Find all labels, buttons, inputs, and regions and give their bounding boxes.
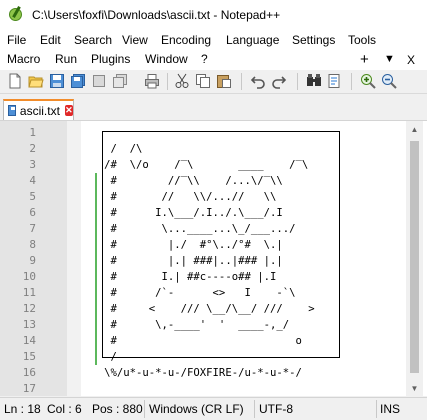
line-number: 8 [29, 238, 36, 251]
code-line[interactable]: \%/u*-u-*-u-/FOXFIRE-/u-*-u-*-/ [85, 365, 302, 381]
menu-encoding[interactable]: Encoding [161, 33, 211, 47]
new-file-icon[interactable] [7, 73, 23, 89]
notepad-plus-plus-icon [8, 6, 24, 23]
copy-icon[interactable] [195, 73, 211, 89]
line-number: 11 [22, 286, 36, 299]
toolbar-separator [167, 73, 168, 90]
add-tab-button[interactable]: + [360, 51, 369, 71]
vertical-scrollbar[interactable]: ▲ ▼ [406, 121, 423, 396]
replace-icon[interactable] [327, 73, 343, 89]
toolbar [0, 70, 427, 94]
tab-close-icon[interactable]: ✕ [64, 105, 73, 116]
scrollbar-thumb[interactable] [410, 141, 419, 373]
menu-view[interactable]: View [122, 33, 148, 47]
change-marker [95, 301, 97, 317]
change-marker [95, 269, 97, 285]
menu-search[interactable]: Search [74, 33, 112, 47]
menu-help[interactable]: ? [201, 52, 208, 66]
fold-margin [67, 121, 81, 396]
toolbar-separator [241, 73, 242, 90]
ascii-frame [102, 131, 340, 358]
menu-language[interactable]: Language [226, 33, 279, 47]
change-marker [95, 221, 97, 237]
save-all-icon[interactable] [70, 73, 86, 89]
line-number: 4 [29, 174, 36, 187]
line-number: 6 [29, 206, 36, 219]
menu-window[interactable]: Window [145, 52, 188, 66]
change-marker [95, 349, 97, 365]
tab-bar: ascii.txt ✕ [0, 96, 427, 120]
line-number: 1 [29, 126, 36, 139]
zoom-in-icon[interactable] [360, 73, 376, 89]
paste-icon[interactable] [216, 73, 232, 89]
change-marker [95, 285, 97, 301]
change-marker [95, 205, 97, 221]
line-number: 7 [29, 222, 36, 235]
status-encoding[interactable]: UTF-8 [259, 402, 293, 416]
menu-macro[interactable]: Macro [7, 52, 40, 66]
text-editor[interactable]: 12 / /\ 3 /# \/o /‾\ ____ /‾\ 4 # //‾\\ /.… [0, 120, 427, 396]
redo-icon[interactable] [271, 73, 287, 89]
line-number: 13 [22, 318, 36, 331]
line-number: 2 [29, 142, 36, 155]
window-title: C:\Users\foxfi\Downloads\ascii.txt - Not… [32, 8, 281, 22]
close-icon[interactable] [91, 73, 107, 89]
line-number: 5 [29, 190, 36, 203]
scroll-up-icon[interactable]: ▲ [406, 121, 423, 138]
change-marker [95, 317, 97, 333]
toolbar-separator [351, 73, 352, 90]
cut-icon[interactable] [174, 73, 190, 89]
zoom-out-icon[interactable] [381, 73, 397, 89]
undo-icon[interactable] [250, 73, 266, 89]
change-marker [95, 333, 97, 349]
menu-tools[interactable]: Tools [348, 33, 376, 47]
menu-settings[interactable]: Settings [292, 33, 335, 47]
status-column: Col : 6 [47, 402, 82, 416]
change-marker [95, 173, 97, 189]
status-bar: Ln : 18 Col : 6 Pos : 880 Windows (CR LF… [0, 397, 427, 420]
title-bar: C:\Users\foxfi\Downloads\ascii.txt - Not… [0, 0, 427, 30]
line-number: 14 [22, 334, 36, 347]
status-line: Ln : 18 [4, 402, 41, 416]
line-number: 15 [22, 350, 36, 363]
menu-file[interactable]: File [7, 33, 26, 47]
menu-run[interactable]: Run [55, 52, 77, 66]
line-number: 3 [29, 158, 36, 171]
line-number: 10 [22, 270, 36, 283]
print-icon[interactable] [144, 73, 160, 89]
line-number: 16 [22, 366, 36, 379]
find-icon[interactable] [306, 73, 322, 89]
line-number: 17 [22, 382, 36, 395]
close-all-icon[interactable] [112, 73, 128, 89]
toolbar-separator [297, 73, 298, 90]
change-marker [95, 237, 97, 253]
open-file-icon[interactable] [28, 73, 44, 89]
status-eol[interactable]: Windows (CR LF) [149, 402, 244, 416]
status-position: Pos : 880 [92, 402, 143, 416]
change-marker [95, 253, 97, 269]
menu-edit[interactable]: Edit [40, 33, 61, 47]
line-number: 12 [22, 302, 36, 315]
change-marker [95, 189, 97, 205]
save-icon[interactable] [49, 73, 65, 89]
menu-bar: File Edit Search View Encoding Language … [0, 30, 427, 70]
status-insert-mode[interactable]: INS [380, 402, 400, 416]
menu-plugins[interactable]: Plugins [91, 52, 130, 66]
line-number: 9 [29, 254, 36, 267]
tab-label: ascii.txt [19, 103, 60, 118]
scroll-down-icon[interactable]: ▼ [406, 380, 423, 396]
tab-ascii-txt[interactable]: ascii.txt ✕ [3, 99, 74, 120]
saved-file-icon [8, 105, 16, 116]
